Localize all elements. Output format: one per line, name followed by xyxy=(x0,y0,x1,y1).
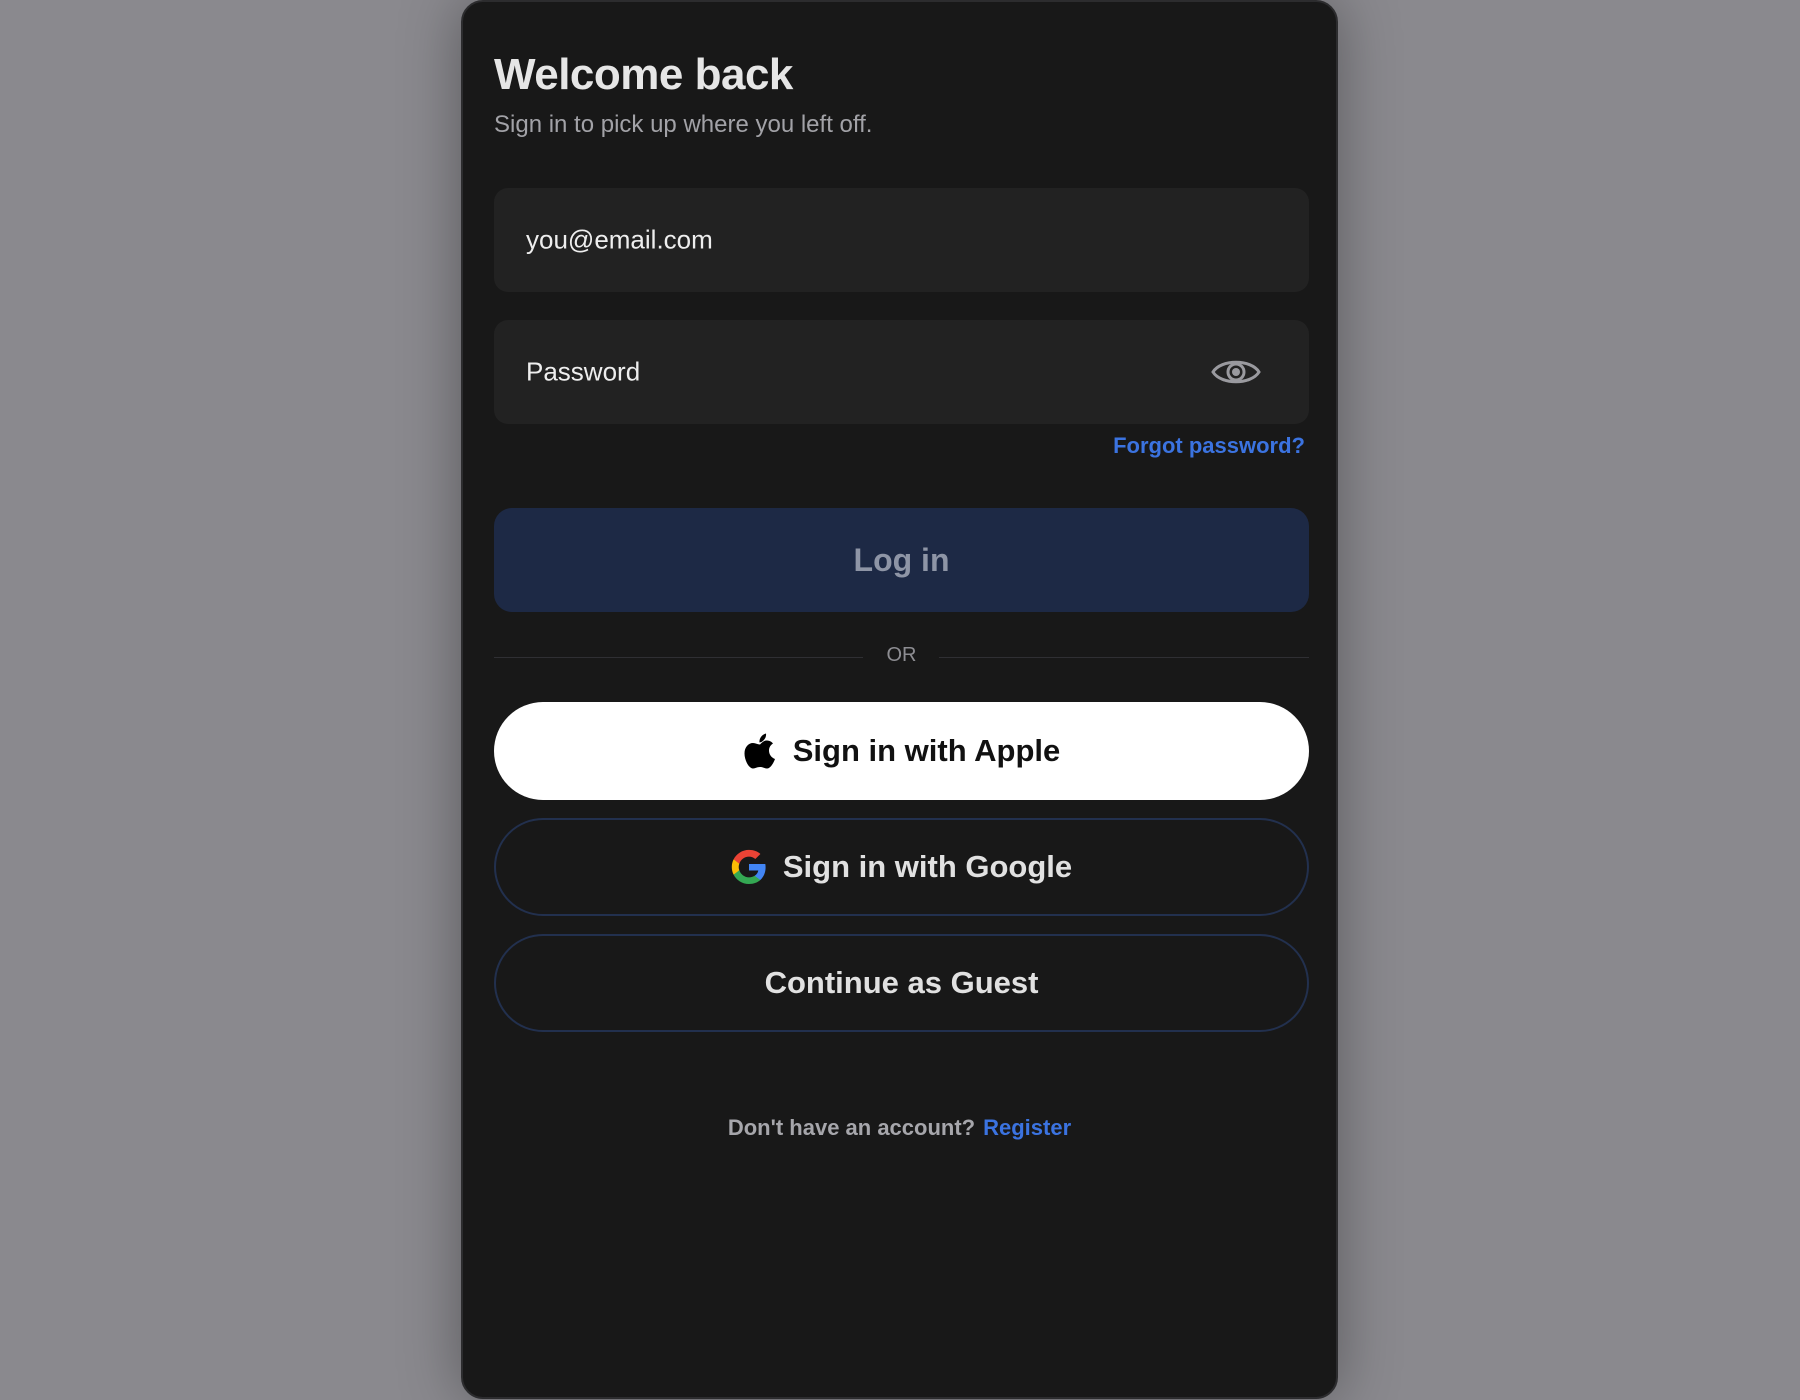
password-placeholder: Password xyxy=(526,356,641,387)
apple-button-label: Sign in with Apple xyxy=(792,733,1061,768)
forgot-password-link[interactable]: Forgot password? xyxy=(1113,433,1305,459)
register-link[interactable]: Register xyxy=(983,1115,1071,1140)
email-field[interactable]: you@email.com xyxy=(494,188,1309,292)
google-icon xyxy=(731,849,767,885)
page-subtitle: Sign in to pick up where you left off. xyxy=(494,111,873,138)
login-button[interactable]: Log in xyxy=(494,508,1309,612)
login-card: Welcome back Sign in to pick up where yo… xyxy=(461,0,1338,1399)
apple-icon xyxy=(743,732,777,770)
divider-label: OR xyxy=(886,644,917,666)
page-title: Welcome back xyxy=(494,50,793,99)
register-prompt-text: Don't have an account? xyxy=(727,1115,976,1140)
sign-in-google-button[interactable]: Sign in with Google xyxy=(494,818,1309,916)
guest-button-label: Continue as Guest xyxy=(764,965,1039,1000)
or-divider: OR xyxy=(494,642,1309,672)
sign-in-apple-button[interactable]: Sign in with Apple xyxy=(494,702,1309,800)
continue-as-guest-button[interactable]: Continue as Guest xyxy=(494,934,1309,1032)
eye-icon[interactable] xyxy=(1211,355,1261,389)
google-button-label: Sign in with Google xyxy=(782,849,1073,884)
password-field[interactable]: Password xyxy=(494,320,1309,424)
register-prompt: Don't have an account? Register xyxy=(463,1115,1336,1141)
divider-line-right xyxy=(939,657,1309,658)
email-placeholder: you@email.com xyxy=(526,224,713,255)
